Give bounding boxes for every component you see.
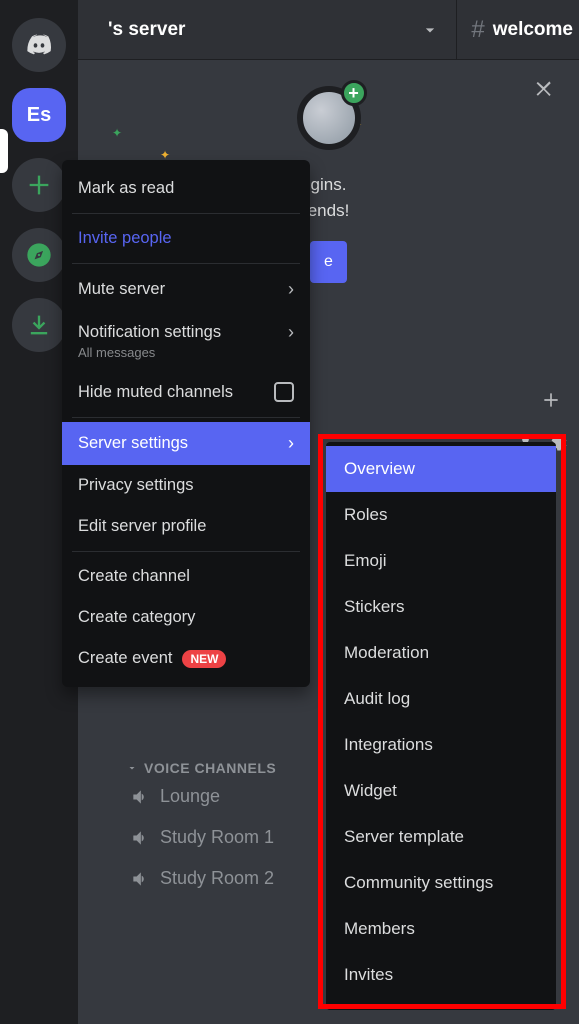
menu-separator: [72, 551, 300, 552]
submenu-item-widget[interactable]: Widget: [326, 768, 556, 814]
menu-label: Create category: [78, 608, 195, 627]
server-initials: Es: [27, 104, 51, 127]
chevron-right-icon: ›: [288, 279, 294, 300]
menu-subtext: All messages: [78, 345, 155, 360]
server-menu-toggle[interactable]: [404, 20, 456, 40]
plus-icon: [25, 171, 53, 199]
add-channel-button[interactable]: [535, 390, 567, 410]
server-name[interactable]: 's server: [78, 19, 404, 41]
speaker-icon: [130, 787, 150, 807]
voice-section-label: VOICE CHANNELS: [144, 760, 276, 776]
submenu-item-moderation[interactable]: Moderation: [326, 630, 556, 676]
explore-servers-button[interactable]: [12, 228, 66, 282]
download-apps-button[interactable]: [12, 298, 66, 352]
server-context-menu: Mark as read Invite people Mute server ›…: [62, 160, 310, 687]
menu-mute-server[interactable]: Mute server ›: [62, 268, 310, 311]
submenu-item-invites[interactable]: Invites: [326, 952, 556, 998]
menu-separator: [72, 263, 300, 264]
add-server-button[interactable]: [12, 158, 66, 212]
server-avatar-wrap: +: [297, 86, 361, 150]
server-icon-selected[interactable]: Es: [12, 88, 66, 142]
menu-label: Invite people: [78, 229, 172, 248]
cta-label-fragment: e: [324, 253, 333, 270]
discord-home-button[interactable]: [12, 18, 66, 72]
menu-separator: [72, 213, 300, 214]
submenu-item-integrations[interactable]: Integrations: [326, 722, 556, 768]
avatar-add-badge[interactable]: +: [341, 80, 367, 106]
server-header: 's server # welcome: [78, 0, 579, 60]
chevron-down-icon: [420, 20, 440, 40]
menu-edit-server-profile[interactable]: Edit server profile: [62, 506, 310, 547]
download-icon: [25, 311, 53, 339]
close-icon: [533, 78, 555, 100]
menu-privacy-settings[interactable]: Privacy settings: [62, 465, 310, 506]
checkbox-icon[interactable]: [274, 382, 294, 402]
chevron-down-icon: [126, 762, 138, 774]
sparkle-icon: ✦: [112, 126, 122, 140]
menu-label: Mute server: [78, 280, 165, 299]
menu-separator: [72, 417, 300, 418]
close-button[interactable]: [533, 78, 555, 100]
discord-logo-icon: [25, 31, 53, 59]
speaker-icon: [130, 828, 150, 848]
welcome-line-2: ends!: [308, 198, 350, 224]
menu-mark-as-read[interactable]: Mark as read: [62, 168, 310, 209]
submenu-item-overview[interactable]: Overview: [326, 446, 556, 492]
submenu-item-stickers[interactable]: Stickers: [326, 584, 556, 630]
welcome-line-1: gins.: [308, 172, 350, 198]
channel-header: # welcome: [456, 0, 579, 59]
voice-channel-name: Study Room 2: [160, 868, 274, 889]
menu-label: Create channel: [78, 567, 190, 586]
new-badge: NEW: [182, 650, 226, 668]
submenu-item-roles[interactable]: Roles: [326, 492, 556, 538]
voice-channel-name: Lounge: [160, 786, 220, 807]
menu-server-settings[interactable]: Server settings ›: [62, 422, 310, 465]
menu-label: Notification settings: [78, 323, 221, 342]
menu-label: Edit server profile: [78, 517, 206, 536]
server-settings-submenu: OverviewRolesEmojiStickersModerationAudi…: [326, 442, 556, 1010]
plus-icon: [541, 390, 561, 410]
menu-create-event[interactable]: Create event NEW: [62, 638, 310, 679]
welcome-text: gins. ends!: [308, 172, 350, 223]
menu-notification-settings[interactable]: Notification settings › All messages: [62, 311, 310, 371]
voice-channel-name: Study Room 1: [160, 827, 274, 848]
menu-create-category[interactable]: Create category: [62, 597, 310, 638]
compass-icon: [25, 241, 53, 269]
welcome-cta-button[interactable]: e: [310, 241, 347, 283]
submenu-item-audit-log[interactable]: Audit log: [326, 676, 556, 722]
submenu-item-community-settings[interactable]: Community settings: [326, 860, 556, 906]
menu-label: Server settings: [78, 434, 188, 453]
menu-invite-people[interactable]: Invite people: [62, 218, 310, 259]
menu-create-channel[interactable]: Create channel: [62, 556, 310, 597]
active-server-indicator: [0, 129, 8, 173]
menu-label: Mark as read: [78, 179, 174, 198]
submenu-item-emoji[interactable]: Emoji: [326, 538, 556, 584]
menu-hide-muted-channels[interactable]: Hide muted channels: [62, 371, 310, 413]
menu-label: Privacy settings: [78, 476, 194, 495]
submenu-item-server-template[interactable]: Server template: [326, 814, 556, 860]
speaker-icon: [130, 869, 150, 889]
menu-label: Create event: [78, 649, 172, 668]
submenu-item-members[interactable]: Members: [326, 906, 556, 952]
hash-icon: #: [471, 16, 484, 44]
channel-name: welcome: [493, 19, 573, 41]
chevron-right-icon: ›: [288, 433, 294, 454]
chevron-right-icon: ›: [288, 322, 294, 343]
menu-label: Hide muted channels: [78, 383, 233, 402]
